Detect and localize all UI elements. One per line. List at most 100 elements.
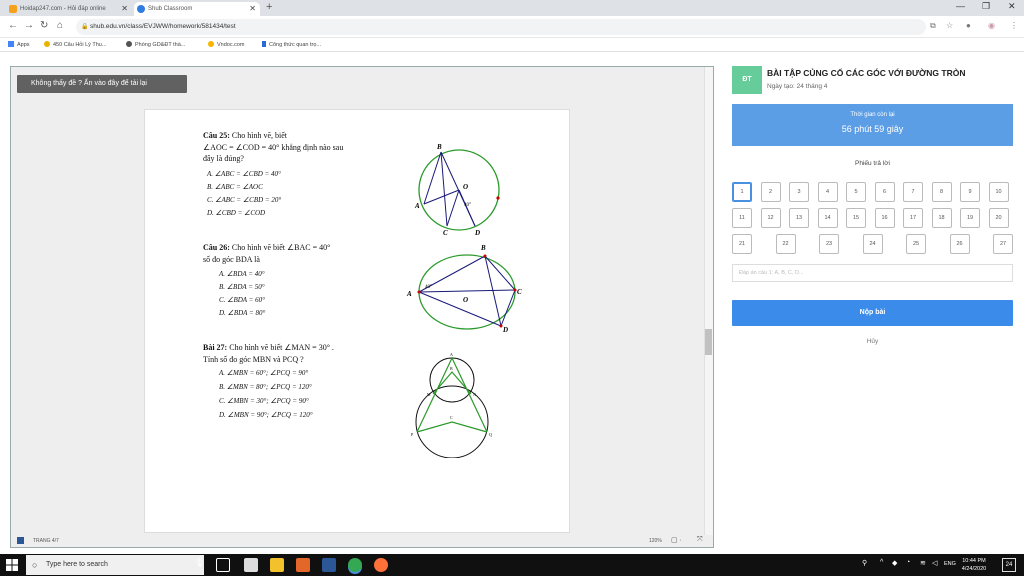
translate-icon[interactable]: ⧉ — [930, 21, 936, 31]
timer-label: Thời gian còn lại — [850, 112, 895, 118]
question-number-button[interactable]: 6 — [874, 182, 895, 202]
question-number-button[interactable]: 4 — [817, 182, 838, 202]
question-number-button[interactable]: 2 — [760, 182, 781, 202]
answer-sheet-label: Phiếu trả lời — [855, 160, 890, 167]
question-number-button[interactable]: 16 — [874, 208, 895, 228]
question-number-button[interactable]: 27 — [993, 234, 1013, 254]
reload-document-button[interactable]: Không thấy đề ? Ấn vào đây để tải lại — [17, 75, 187, 93]
home-icon[interactable]: ⌂ — [57, 20, 63, 31]
question-number-button[interactable]: 5 — [846, 182, 866, 202]
question-number-button[interactable]: 22 — [775, 234, 796, 254]
question-number-button[interactable]: 23 — [819, 234, 839, 254]
notification-center-icon[interactable]: 24 — [1002, 558, 1016, 572]
close-tab-icon[interactable]: ✕ — [249, 2, 256, 16]
firefox-icon[interactable] — [374, 558, 388, 572]
back-arrow-icon[interactable]: ← — [8, 20, 18, 31]
fig3-small-circle — [429, 357, 475, 403]
new-tab-icon[interactable]: + — [266, 1, 272, 13]
question-number-button[interactable]: 11 — [732, 208, 752, 228]
volume-icon[interactable]: ◁ — [932, 559, 937, 567]
question-number-button[interactable]: 25 — [906, 234, 926, 254]
question-number-button[interactable]: 18 — [931, 208, 952, 228]
forward-arrow-icon[interactable]: → — [24, 20, 34, 31]
network-icon[interactable]: ◔ — [906, 559, 910, 566]
star-bookmark-icon[interactable]: ☆ — [946, 21, 953, 30]
question-number-button[interactable]: 20 — [988, 208, 1009, 228]
windows-start-icon[interactable] — [6, 559, 18, 571]
question-number-button[interactable]: 24 — [862, 234, 883, 254]
tray-expand-icon[interactable]: ^ — [880, 559, 883, 566]
tab-shub-classroom[interactable]: Shub Classroom ✕ — [134, 2, 260, 16]
powerpoint-icon[interactable] — [296, 558, 310, 572]
viewer-scrollbar[interactable] — [704, 67, 713, 547]
question-number-button[interactable]: 21 — [732, 234, 752, 254]
chrome-icon[interactable] — [348, 558, 362, 572]
homework-badge: ĐT — [732, 66, 762, 94]
bookmarks-bar: Apps 450 Câu Hỏi Lý Thu... Phòng GD&ĐT t… — [0, 38, 1024, 52]
bookmark-450-cau-hoi[interactable]: 450 Câu Hỏi Lý Thu... — [44, 41, 106, 48]
question-number-button[interactable]: 15 — [846, 208, 866, 228]
fig1-label-d: D — [474, 229, 480, 236]
bookmark-apps[interactable]: Apps — [8, 41, 30, 48]
created-date: Ngày tạo: 24 tháng 4 — [767, 83, 828, 90]
question-26-option-c: C. ∠BDA = 60° — [219, 296, 265, 304]
url-bar[interactable]: 🔒 shub.edu.vn/class/EVJWW/homework/58143… — [76, 19, 926, 35]
tab-hoidap247[interactable]: Hoidap247.com - Hỏi đáp online ✕ — [6, 2, 132, 16]
fig1-label-o: O — [463, 183, 468, 191]
question-number-button[interactable]: 7 — [903, 182, 923, 202]
question-number-button[interactable]: 1 — [732, 182, 752, 202]
question-26-stem: Câu 26: Cho hình vẽ biết ∠BAC = 40° số đ… — [203, 243, 331, 264]
question-number-button[interactable]: 10 — [988, 182, 1009, 202]
fig2-segment-cd — [500, 289, 516, 327]
question-number-button[interactable]: 9 — [960, 182, 980, 202]
close-window-icon[interactable]: ✕ — [1008, 1, 1016, 12]
app-tray-icon[interactable]: ◆ — [892, 559, 897, 567]
document-viewer[interactable]: Không thấy đề ? Ấn vào đây để tải lại Câ… — [10, 66, 714, 548]
question-number-button[interactable]: 26 — [949, 234, 970, 254]
calculator-icon[interactable] — [244, 558, 258, 572]
viewer-scrollbar-thumb[interactable] — [705, 329, 712, 355]
taskbar-search-box[interactable]: ○ Type here to search — [26, 555, 204, 575]
submit-button[interactable]: Nộp bài — [732, 300, 1013, 326]
fig3-label-c: C — [450, 415, 453, 420]
taskbar-clock[interactable]: 10:44 PM 4/24/2020 — [954, 557, 994, 573]
question-27-option-d: D. ∠MBN = 90°; ∠PCQ = 120° — [219, 411, 313, 419]
question-number-button[interactable]: 12 — [760, 208, 781, 228]
fullscreen-icon[interactable]: ⤧ — [697, 536, 703, 544]
question-number-button[interactable]: 13 — [789, 208, 809, 228]
shub-favicon-icon — [137, 5, 145, 13]
question-27-option-a: A. ∠MBN = 60°; ∠PCQ = 90° — [219, 369, 309, 377]
bookmark-cong-thuc[interactable]: Công thức quan trọ... — [262, 41, 321, 48]
extension-icon[interactable]: ● — [966, 21, 971, 30]
fig2-angle-label: 40° — [425, 285, 432, 290]
profile-avatar-icon[interactable]: ◉ — [988, 21, 995, 30]
homework-title: BÀI TẬP CỦNG CỐ CÁC GÓC VỚI ĐƯỜNG TRÒN — [767, 68, 966, 78]
cancel-link[interactable]: Hủy — [732, 338, 1013, 345]
word-icon[interactable] — [322, 558, 336, 572]
question-25-option-d: D. ∠CBD = ∠COD — [207, 209, 266, 217]
file-explorer-icon[interactable] — [270, 558, 284, 572]
reload-icon[interactable]: ↻ — [40, 20, 48, 31]
apps-grid-icon — [8, 41, 14, 47]
bookmark-vndoc[interactable]: Vndoc.com — [208, 41, 245, 48]
fig3-label-b: B — [450, 366, 453, 371]
fig1-segment-oa — [423, 189, 460, 205]
people-icon[interactable]: ⚲ — [862, 559, 867, 567]
task-view-icon[interactable] — [216, 558, 230, 572]
zoom-slider-icon[interactable]: ▢ · — [671, 536, 682, 544]
bookmark-phong-gddt[interactable]: Phòng GD&ĐT thà... — [126, 41, 185, 48]
microphone-icon[interactable]: 🎙 — [194, 558, 208, 572]
answer-input[interactable]: Đáp án câu 1: A, B, C, D... — [732, 264, 1013, 282]
question-number-button[interactable]: 3 — [789, 182, 809, 202]
question-25-option-a: A. ∠ABC = ∠CBD = 40° — [207, 170, 281, 178]
wifi-icon[interactable]: ≋ — [920, 559, 926, 567]
question-25-option-c: C. ∠ABC = ∠CBD = 20° — [207, 196, 282, 204]
close-tab-icon[interactable]: ✕ — [121, 2, 128, 16]
minimize-icon[interactable]: — — [956, 1, 965, 11]
question-number-button[interactable]: 14 — [817, 208, 838, 228]
maximize-icon[interactable]: ❐ — [982, 1, 990, 12]
question-number-button[interactable]: 19 — [960, 208, 980, 228]
question-number-button[interactable]: 17 — [903, 208, 923, 228]
menu-kebab-icon[interactable]: ⋮ — [1010, 21, 1018, 30]
question-number-button[interactable]: 8 — [931, 182, 952, 202]
